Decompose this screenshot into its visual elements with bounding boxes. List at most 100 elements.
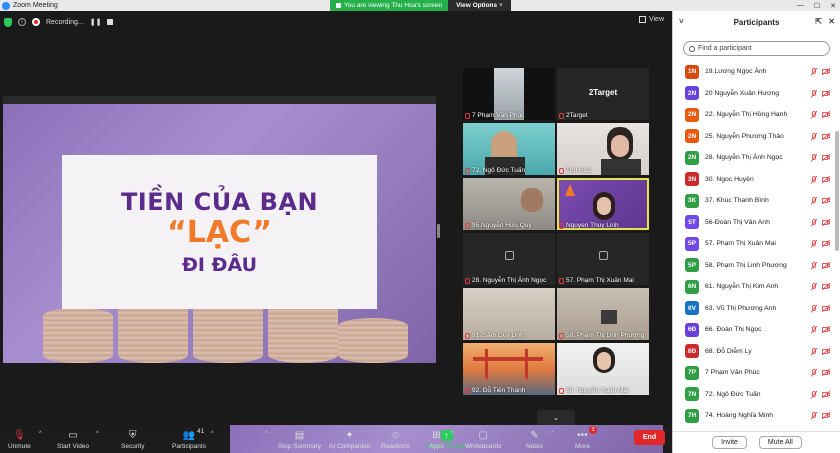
close-icon[interactable]: ✕	[828, 17, 835, 26]
video-tile[interactable]: 72. Ngô Đức Tuấn	[463, 123, 555, 175]
apps-button[interactable]: ⊞ Apps	[429, 425, 444, 453]
video-off-icon[interactable]	[822, 412, 830, 419]
participant-row[interactable]: 2N 28. Nguyễn Thị Ánh Ngọc	[673, 147, 835, 169]
muted-mic-icon[interactable]	[811, 218, 817, 227]
video-off-icon[interactable]	[822, 218, 830, 226]
muted-mic-icon[interactable]	[811, 261, 817, 270]
participant-row[interactable]: 2N 20 Nguyễn Xuân Hương	[673, 83, 835, 105]
participant-row[interactable]: 5T 56-Đoàn Thị Vân Anh	[673, 212, 835, 234]
video-off-icon[interactable]	[822, 111, 830, 118]
participant-row[interactable]: 5P 57. Phạm Thị Xuân Mai	[673, 233, 835, 255]
ai-companion-button[interactable]: ✦ AI Companion	[329, 425, 370, 453]
video-tile[interactable]: 7 Phạm Văn Phúc	[463, 68, 555, 120]
participant-row[interactable]: 6N 61. Nguyễn Thị Kim Anh	[673, 276, 835, 298]
participant-row[interactable]: 7H 74. Hoàng Nghĩa Minh	[673, 405, 835, 427]
zoom-logo-icon	[2, 1, 10, 10]
muted-mic-icon[interactable]	[811, 175, 817, 184]
shield-icon[interactable]	[4, 17, 12, 27]
maximize-icon[interactable]: ☐	[814, 2, 820, 10]
participant-row[interactable]: 5P 58. Phạm Thị Linh Phương	[673, 255, 835, 277]
participant-row[interactable]: 2N 22. Nguyễn Thị Hồng Hạnh	[673, 104, 835, 126]
muted-mic-icon[interactable]	[811, 283, 817, 291]
view-options-button[interactable]: View Options ˅	[448, 0, 511, 11]
muted-mic-icon[interactable]	[811, 304, 817, 313]
participant-search-input[interactable]: Find a participant	[683, 41, 830, 56]
muted-mic-icon[interactable]	[811, 347, 817, 356]
minimize-icon[interactable]: —	[797, 2, 804, 9]
stop-summary-button[interactable]: ▤ Stop Summary	[278, 425, 321, 453]
invite-button[interactable]: Invite	[712, 436, 747, 449]
video-off-icon[interactable]	[822, 347, 830, 355]
video-off-icon[interactable]	[822, 154, 830, 161]
security-button[interactable]: ⛨ Security	[121, 425, 144, 453]
collapse-chevron-icon[interactable]: ˅	[679, 17, 684, 26]
scrollbar[interactable]	[835, 131, 839, 251]
mute-all-button[interactable]: Mute All	[758, 436, 802, 449]
video-off-icon[interactable]	[822, 261, 830, 269]
participant-row[interactable]: 3K 37. Khúc Thanh Bình	[673, 190, 835, 212]
share-top-strip	[3, 96, 436, 104]
muted-mic-icon[interactable]	[811, 132, 817, 141]
participant-row[interactable]: 7N 72. Ngô Đức Tuấn	[673, 384, 835, 406]
muted-mic-icon[interactable]	[811, 89, 817, 98]
participant-row[interactable]: 7P 7 Phạm Văn Phúc	[673, 362, 835, 384]
video-off-icon[interactable]	[822, 326, 830, 333]
participants-caret-icon[interactable]: ^	[211, 431, 214, 437]
share-options-caret-icon[interactable]: ^	[265, 431, 268, 437]
video-off-icon[interactable]	[822, 132, 830, 140]
video-off-icon[interactable]	[822, 89, 830, 97]
video-tile[interactable]: 95.Nguyễn Hữu Quý	[463, 178, 555, 230]
muted-mic-icon[interactable]	[811, 197, 817, 205]
video-off-icon[interactable]	[822, 304, 830, 312]
video-tile[interactable]: 91. Sầm Duy Linh	[463, 288, 555, 340]
split-handle[interactable]	[437, 224, 440, 238]
muted-mic-icon[interactable]	[811, 240, 817, 248]
whiteboards-button[interactable]: ▢ Whiteboards	[465, 425, 502, 453]
view-button[interactable]: View	[638, 16, 664, 23]
video-off-icon[interactable]	[822, 175, 830, 183]
scroll-down-button[interactable]: ⌄	[537, 410, 575, 426]
participant-row[interactable]: 2N 25. Nguyễn Phương Thảo	[673, 126, 835, 148]
video-tile[interactable]: 58. Phạm Thị Linh Phương	[557, 288, 649, 340]
video-tile[interactable]: 92. Đỗ Tiến Thành	[463, 343, 555, 395]
info-icon[interactable]: i	[18, 18, 26, 26]
video-tile[interactable]: Thu Hoa	[557, 123, 649, 175]
notes-caret-icon[interactable]: ^	[551, 431, 554, 437]
video-off-icon[interactable]	[822, 197, 830, 204]
pop-out-icon[interactable]: ⇱	[815, 17, 822, 26]
muted-mic-icon[interactable]	[811, 326, 817, 334]
end-meeting-button[interactable]: End	[634, 430, 665, 445]
more-button[interactable]: ••• More	[575, 425, 590, 453]
pause-recording-icon[interactable]: ❚❚	[90, 18, 102, 26]
muted-mic-icon[interactable]	[811, 390, 817, 399]
notes-button[interactable]: ✎ Notes	[526, 425, 543, 453]
video-off-icon[interactable]	[822, 369, 830, 376]
muted-mic-icon[interactable]	[811, 369, 817, 377]
muted-mic-icon[interactable]	[811, 68, 817, 76]
video-off-icon[interactable]	[822, 283, 830, 290]
video-tile[interactable]: 57. Phạm Thị Xuân Mai	[557, 233, 649, 285]
video-off-icon[interactable]	[822, 68, 830, 75]
participant-row[interactable]: 6Đ 66. Đoàn Thị Ngọc	[673, 319, 835, 341]
participant-row[interactable]: 6V 63. Vũ Thị Phương Anh	[673, 298, 835, 320]
apps-caret-icon[interactable]: ^	[451, 431, 454, 437]
start-video-button[interactable]: ▭ Start Video	[57, 425, 89, 453]
video-off-icon[interactable]	[822, 390, 830, 398]
unmute-button[interactable]: 🎙 Unmute	[8, 425, 31, 453]
participant-row[interactable]: 6Đ 68. Đỗ Diễm Ly	[673, 341, 835, 363]
stop-recording-icon[interactable]	[107, 19, 114, 25]
audio-options-caret-icon[interactable]: ^	[39, 431, 42, 437]
video-tile[interactable]: 60. Nguyễn Xuân Mai	[557, 343, 649, 395]
muted-mic-icon[interactable]	[811, 154, 817, 162]
video-options-caret-icon[interactable]: ^	[96, 431, 99, 437]
participant-row[interactable]: 3N 30. Ngoc Huyền	[673, 169, 835, 191]
muted-mic-icon[interactable]	[811, 111, 817, 119]
reactions-button[interactable]: ☺ Reactions	[381, 425, 410, 453]
video-off-icon[interactable]	[822, 240, 830, 247]
participant-row[interactable]: 1N 19.Lương Ngọc Ánh	[673, 61, 835, 83]
muted-mic-icon[interactable]	[811, 412, 817, 420]
video-tile[interactable]: 28. Nguyễn Thị Ánh Ngọc	[463, 233, 555, 285]
video-tile[interactable]: 2Target 2Target	[557, 68, 649, 120]
video-tile-active-speaker[interactable]: Nguyen Thuy Linh	[557, 178, 649, 230]
close-icon[interactable]: ✕	[830, 2, 836, 10]
